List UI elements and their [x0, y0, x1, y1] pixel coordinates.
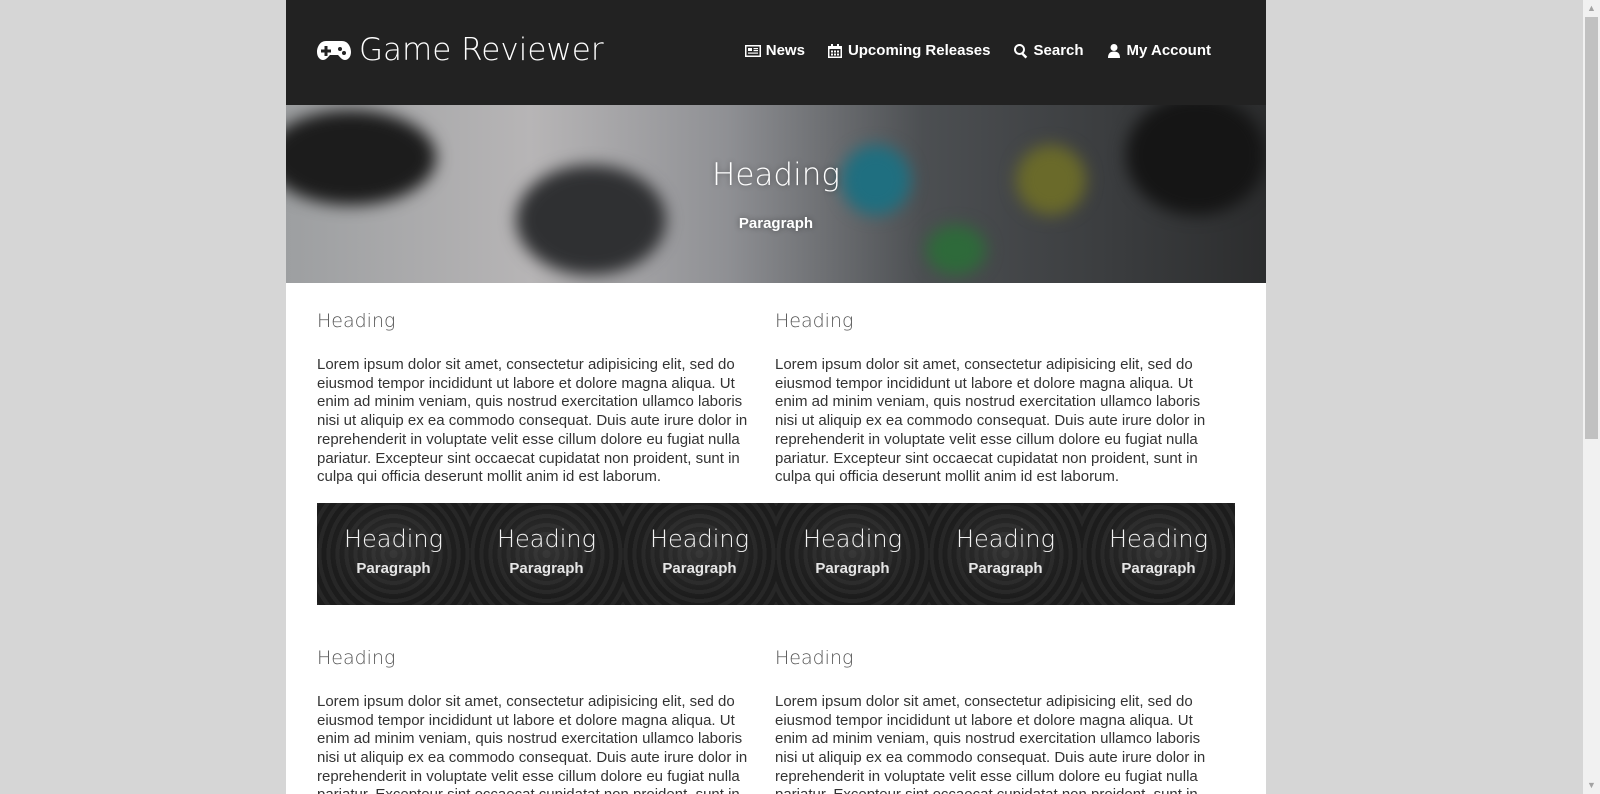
page-scrollbar[interactable]: ▲ ▼ [1583, 0, 1600, 794]
nav-item-label: Search [1033, 42, 1084, 59]
featured-tile[interactable]: Heading Paragraph [317, 502, 470, 605]
scroll-up-arrow-icon[interactable]: ▲ [1583, 0, 1600, 17]
article-text: Lorem ipsum dolor sit amet, consectetur … [317, 356, 748, 486]
tile-paragraph: Paragraph [356, 559, 431, 577]
article-column: Heading Lorem ipsum dolor sit amet, cons… [775, 605, 1225, 794]
nav-item-label: My Account [1126, 42, 1211, 59]
featured-tile[interactable]: Heading Paragraph [929, 502, 1082, 605]
brand-link[interactable]: Game Reviewer [317, 32, 604, 68]
article-column: Heading Lorem ipsum dolor sit amet, cons… [317, 283, 767, 487]
main-content: Heading Lorem ipsum dolor sit amet, cons… [286, 283, 1266, 794]
featured-tile[interactable]: Heading Paragraph [776, 502, 929, 605]
article-row: Heading Lorem ipsum dolor sit amet, cons… [317, 605, 1235, 794]
tile-paragraph: Paragraph [1121, 559, 1196, 577]
article-text: Lorem ipsum dolor sit amet, consectetur … [317, 692, 748, 794]
main-nav: News Upcoming Releases Search My Account [744, 42, 1211, 59]
tile-paragraph: Paragraph [662, 559, 737, 577]
article-heading: Heading [317, 310, 396, 332]
navbar: Game Reviewer News Upcoming Releases Sea… [286, 0, 1266, 105]
tile-heading: Heading [955, 524, 1056, 553]
featured-tile[interactable]: Heading Paragraph [623, 502, 776, 605]
article-column: Heading Lorem ipsum dolor sit amet, cons… [317, 605, 767, 794]
article-text: Lorem ipsum dolor sit amet, consectetur … [775, 692, 1206, 794]
tile-paragraph: Paragraph [509, 559, 584, 577]
article-heading: Heading [775, 646, 854, 669]
tile-heading: Heading [649, 524, 750, 553]
tile-heading: Heading [1108, 524, 1209, 553]
article-row: Heading Lorem ipsum dolor sit amet, cons… [317, 283, 1235, 487]
featured-tiles: Heading Paragraph Heading Paragraph Head… [317, 502, 1235, 605]
featured-tile[interactable]: Heading Paragraph [1082, 502, 1235, 605]
hero-paragraph: Paragraph [738, 215, 814, 232]
hero-bg-shape [926, 225, 986, 275]
gamepad-icon [317, 41, 351, 60]
hero-heading: Heading [712, 157, 840, 193]
calendar-icon [827, 43, 842, 58]
nav-item-upcoming-releases[interactable]: Upcoming Releases [827, 42, 991, 59]
hero-banner: Heading Paragraph [286, 105, 1266, 283]
article-text: Lorem ipsum dolor sit amet, consectetur … [775, 356, 1206, 486]
nav-item-label: News [765, 42, 805, 59]
tile-heading: Heading [496, 524, 597, 553]
article-column: Heading Lorem ipsum dolor sit amet, cons… [775, 283, 1225, 487]
brand-title: Game Reviewer [359, 32, 604, 68]
tile-heading: Heading [802, 524, 903, 553]
featured-tile[interactable]: Heading Paragraph [470, 502, 623, 605]
article-heading: Heading [775, 310, 854, 332]
nav-item-my-account[interactable]: My Account [1106, 42, 1211, 59]
search-icon [1013, 43, 1027, 59]
newspaper-icon [744, 44, 761, 57]
tile-heading: Heading [343, 524, 444, 553]
scroll-down-arrow-icon[interactable]: ▼ [1583, 777, 1600, 794]
article-heading: Heading [317, 646, 396, 669]
tile-paragraph: Paragraph [815, 559, 890, 577]
nav-item-search[interactable]: Search [1013, 42, 1084, 59]
nav-item-news[interactable]: News [744, 42, 805, 59]
page-container: Game Reviewer News Upcoming Releases Sea… [286, 0, 1266, 794]
user-icon [1107, 43, 1120, 58]
scrollbar-thumb[interactable] [1585, 17, 1598, 439]
tile-paragraph: Paragraph [968, 559, 1043, 577]
nav-item-label: Upcoming Releases [847, 42, 991, 59]
